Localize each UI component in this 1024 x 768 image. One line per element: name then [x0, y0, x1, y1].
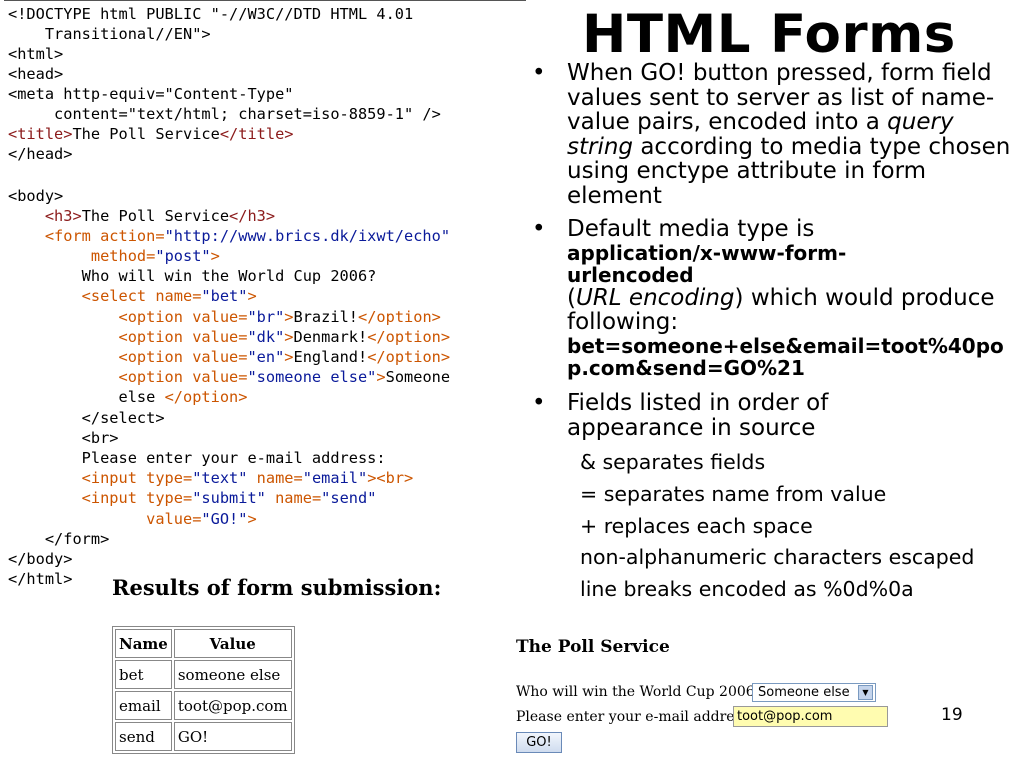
table-cell: email	[115, 691, 172, 720]
sub-item: non-alphanumeric characters escaped	[580, 545, 975, 569]
poll-heading: The Poll Service	[516, 637, 670, 657]
code-line: content="text/html; charset=iso-8859-1" …	[8, 105, 441, 123]
email-input[interactable]: toot@pop.com	[733, 706, 888, 727]
code-line: <option value="br">Brazil!</option>	[8, 308, 441, 326]
bet-select-value: Someone else	[758, 685, 850, 700]
code-line: </form>	[8, 530, 110, 548]
bullet-dot: •	[532, 60, 546, 86]
code-line: else </option>	[8, 388, 248, 406]
sub-item: + replaces each space	[580, 514, 813, 538]
code-line: <select name="bet">	[8, 287, 257, 305]
table-cell: someone else	[173, 660, 292, 689]
code-line: <input type="submit" name="send"	[8, 489, 377, 507]
table-row: send GO!	[115, 722, 292, 751]
table-row: bet someone else	[115, 660, 292, 689]
code-line: <option value="dk">Denmark!</option>	[8, 328, 451, 346]
code-line: Please enter your e-mail address:	[8, 449, 386, 467]
bullet-dot: •	[532, 216, 546, 242]
code-line: <br>	[8, 429, 119, 447]
page-number: 19	[941, 705, 963, 725]
chevron-down-icon[interactable]: ▼	[858, 685, 873, 700]
bullet-text: Fields listed in order of appearance in …	[567, 390, 829, 441]
table-header-row: Name Value	[115, 629, 292, 658]
code-line: method="post">	[8, 247, 220, 265]
code-line: </select>	[8, 409, 165, 427]
code-line: <option value="en">England!</option>	[8, 348, 451, 366]
code-line: </head>	[8, 145, 73, 163]
code-line: <option value="someone else">Someone	[8, 368, 451, 386]
code-line: value="GO!">	[8, 510, 257, 528]
table-cell: send	[115, 722, 172, 751]
email-label: Please enter your e-mail address:	[516, 709, 754, 725]
sub-item: = separates name from value	[580, 482, 887, 506]
code-line: <h3>The Poll Service</h3>	[8, 207, 276, 225]
bet-select[interactable]: Someone else ▼	[752, 683, 876, 702]
results-table: Name Value bet someone else email toot@p…	[112, 626, 295, 754]
html-source-code: <!DOCTYPE html PUBLIC "-//W3C//DTD HTML …	[4, 0, 526, 601]
code-line: Transitional//EN">	[8, 25, 211, 43]
code-line: <!DOCTYPE html PUBLIC "-//W3C//DTD HTML …	[8, 5, 414, 23]
code-line: <head>	[8, 65, 64, 83]
poll-question: Who will win the World Cup 2006?	[516, 684, 763, 700]
go-button[interactable]: GO!	[516, 732, 562, 753]
code-line: <form action="http://www.brics.dk/ixwt/e…	[8, 227, 451, 245]
column-header: Value	[173, 629, 292, 658]
code-line: Who will win the World Cup 2006?	[8, 267, 377, 285]
bullet-text: When GO! button pressed, form field valu…	[567, 60, 1011, 209]
code-line: <meta http-equiv="Content-Type"	[8, 85, 294, 103]
table-cell: GO!	[173, 722, 292, 751]
code-line: <input type="text" name="email"><br>	[8, 469, 414, 487]
bullet-dot: •	[532, 390, 546, 416]
table-cell: bet	[115, 660, 172, 689]
results-title: Results of form submission:	[112, 575, 442, 600]
bullet-text: Default media type is application/x-www-…	[567, 216, 1004, 380]
column-header: Name	[115, 629, 172, 658]
code-line: <title>The Poll Service</title>	[8, 125, 294, 143]
table-row: email toot@pop.com	[115, 691, 292, 720]
code-line: </body>	[8, 550, 73, 568]
code-line: </html>	[8, 570, 73, 588]
code-line: <html>	[8, 45, 64, 63]
sub-item: & separates fields	[580, 450, 766, 474]
sub-item: line breaks encoded as %0d%0a	[580, 577, 914, 601]
table-cell: toot@pop.com	[173, 691, 292, 720]
code-line: <body>	[8, 187, 64, 205]
